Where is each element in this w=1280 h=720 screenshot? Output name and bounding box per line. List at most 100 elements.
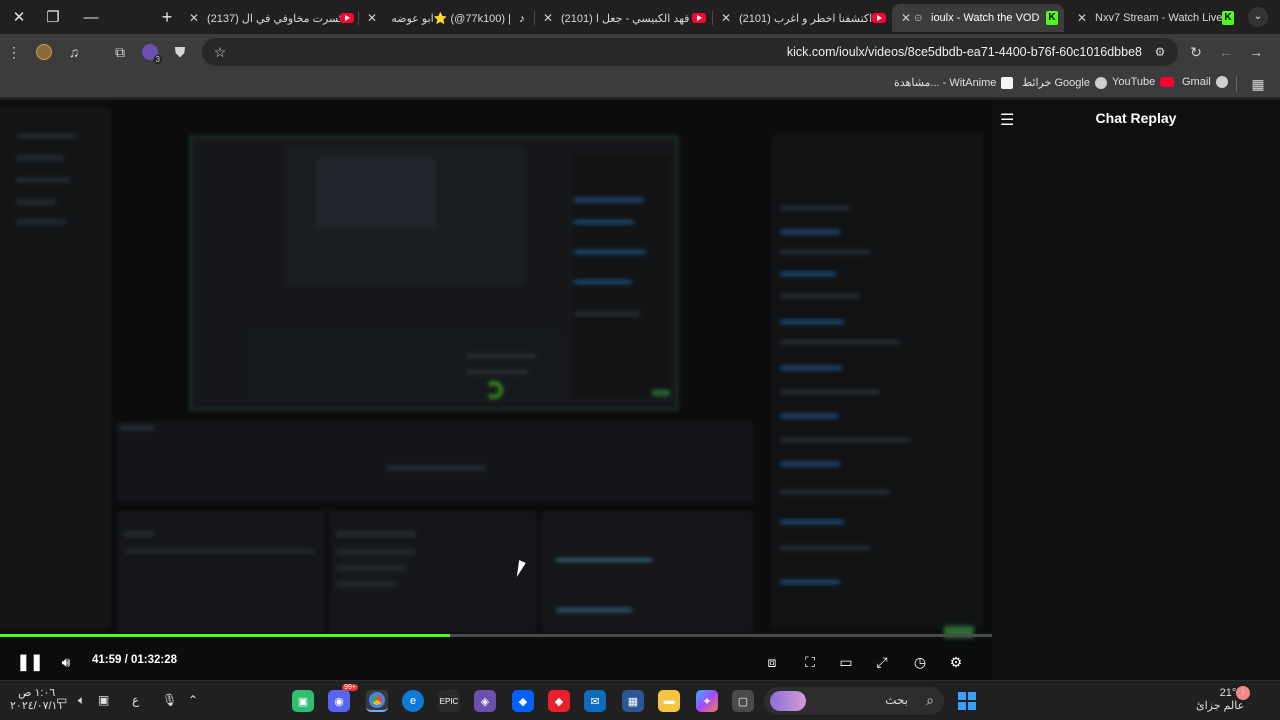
- bookmark-separator: [1236, 76, 1237, 92]
- tab-youtube-fahad[interactable]: ✕ (2101) فهد الكبيسي - جعل ا: [540, 4, 706, 32]
- weather-alert-icon: !: [1236, 686, 1250, 700]
- site-settings-icon[interactable]: ⚙: [1150, 42, 1170, 62]
- file-explorer-icon[interactable]: ▬: [658, 690, 680, 712]
- bookmark-label: YouTube: [1112, 76, 1156, 88]
- menu-dots-icon[interactable]: ⋮: [4, 42, 24, 62]
- clip-icon[interactable]: ⛶: [800, 652, 820, 672]
- player-controls: ❚❚ 🔊︎ 41:59 / 01:32:28 ⧈ ⛶ ▭ ⤢ ◷ ⚙: [0, 648, 992, 676]
- app-icon-green[interactable]: ▣: [292, 690, 314, 712]
- playback-speed-icon[interactable]: ◷: [910, 652, 930, 672]
- new-tab-button[interactable]: +: [148, 0, 186, 34]
- bookmark-witanime[interactable]: مشاهدة... - WitAnime: [894, 76, 1014, 89]
- shield-icon[interactable]: ⛊: [170, 42, 190, 62]
- close-window-icon[interactable]: ✕: [0, 0, 38, 34]
- extension-badge-count: 3: [153, 55, 162, 64]
- page-content: ❚❚ 🔊︎ 41:59 / 01:32:28 ⧈ ⛶ ▭ ⤢ ◷ ⚙ ☰ Cha…: [0, 100, 1280, 680]
- search-placeholder: بحث: [885, 693, 908, 707]
- network-icon[interactable]: ▣: [98, 693, 109, 707]
- bookmark-star-icon[interactable]: ☆: [210, 42, 230, 62]
- app-icon-red[interactable]: ◆: [548, 690, 570, 712]
- tab-youtube-discovery[interactable]: ✕ (2101) اكتشفنا اخطر و اغرب: [718, 4, 886, 32]
- outlook-icon[interactable]: ✉: [584, 690, 606, 712]
- address-bar[interactable]: ☆ kick.com/ioulx/videos/8ce5dbdb-ea71-44…: [202, 38, 1178, 66]
- miniplayer-icon[interactable]: ⧈: [762, 652, 782, 672]
- reload-icon[interactable]: ↻: [1186, 42, 1206, 62]
- chrome-icon[interactable]: [366, 690, 388, 712]
- tray-overflow-chevron-icon[interactable]: ⌃: [188, 693, 198, 707]
- back-arrow-icon[interactable]: ←: [1216, 42, 1236, 62]
- youtube-icon: [692, 13, 706, 23]
- profile-avatar-icon[interactable]: [34, 42, 54, 62]
- tab-search-chevron-icon[interactable]: ⌄: [1242, 0, 1274, 34]
- close-tab-icon[interactable]: ✕: [718, 11, 734, 25]
- battery-icon[interactable]: ▭: [56, 693, 67, 707]
- pause-icon[interactable]: ❚❚: [17, 652, 44, 672]
- video-player[interactable]: ❚❚ 🔊︎ 41:59 / 01:32:28 ⧈ ⛶ ▭ ⤢ ◷ ⚙: [0, 100, 992, 680]
- tab-nxv7-stream[interactable]: ✕ Nxv7 Stream - Watch Live K: [1068, 4, 1240, 32]
- close-tab-icon[interactable]: ✕: [364, 11, 380, 25]
- task-view-icon[interactable]: ▢: [732, 690, 754, 712]
- time-display: 41:59 / 01:32:28: [92, 654, 177, 666]
- bookmarks-bar: مشاهدة... - WitAnime خرائط Google YouTub…: [0, 70, 1280, 98]
- microsoft-store-icon[interactable]: ▦: [622, 690, 644, 712]
- minimize-window-icon[interactable]: —: [72, 0, 110, 34]
- youtube-icon: [340, 13, 354, 23]
- input-language[interactable]: ع: [132, 693, 139, 707]
- tab-title: ابو عوضه⭐ (@77k100) |: [391, 12, 511, 25]
- current-time: 41:59: [92, 654, 122, 666]
- bookmark-gmail[interactable]: Gmail: [1182, 76, 1228, 88]
- close-tab-icon[interactable]: ✕: [898, 11, 914, 25]
- video-frame: [0, 100, 992, 680]
- settings-gear-icon[interactable]: ⚙: [946, 652, 966, 672]
- epic-games-icon[interactable]: EPIC: [438, 690, 460, 712]
- edge-icon[interactable]: e: [402, 690, 424, 712]
- close-tab-icon[interactable]: ✕: [1074, 11, 1090, 25]
- windows-start-icon[interactable]: [956, 690, 978, 712]
- url-text[interactable]: kick.com/ioulx/videos/8ce5dbdb-ea71-4400…: [787, 45, 1142, 59]
- dropbox-icon[interactable]: ◆: [512, 690, 534, 712]
- theater-mode-icon[interactable]: ▭: [836, 652, 856, 672]
- app-icon-purple[interactable]: ◈: [474, 690, 496, 712]
- forward-arrow-icon[interactable]: →: [1246, 42, 1266, 62]
- close-tab-icon[interactable]: ✕: [540, 11, 556, 25]
- all-bookmarks-icon[interactable]: ▦: [1248, 74, 1268, 94]
- volume-icon[interactable]: 🔊︎: [56, 652, 76, 672]
- tab-strip: ✕ ❐ — + ✕ (2137) كسرت مخاوفي في ال ✕ ابو…: [0, 0, 1280, 34]
- taskbar-search[interactable]: بحث ⌕: [764, 687, 944, 715]
- bookmark-google-maps[interactable]: خرائط Google: [1022, 76, 1107, 89]
- youtube-icon: [1160, 77, 1175, 87]
- tab-separator: [358, 11, 359, 25]
- extensions-icon[interactable]: ⧉: [110, 42, 130, 62]
- kick-icon: K: [1222, 11, 1234, 25]
- media-controls-icon[interactable]: ♫: [64, 42, 84, 62]
- close-tab-icon[interactable]: ✕: [186, 11, 202, 25]
- search-highlight-icon: [770, 691, 806, 711]
- tiktok-icon: ♪: [519, 13, 525, 25]
- fullscreen-icon[interactable]: ⤢: [872, 652, 892, 672]
- microphone-icon[interactable]: 🎙︎: [162, 693, 177, 707]
- video-content-sidebar: [0, 108, 110, 628]
- extension-badge-icon[interactable]: 3: [140, 42, 162, 64]
- discord-badge: 99+: [342, 684, 358, 691]
- seek-bar[interactable]: [0, 634, 992, 637]
- tab-title: ioulx - Watch the VOD: [931, 12, 1040, 24]
- bookmark-youtube[interactable]: YouTube: [1112, 76, 1175, 88]
- tab-title: Nxv7 Stream - Watch Live: [1095, 12, 1222, 24]
- tab-ioulx-vod[interactable]: ✕ ⊙ ioulx - Watch the VOD K: [892, 4, 1064, 32]
- restore-window-icon[interactable]: ❐: [34, 0, 72, 34]
- search-icon: ⌕: [926, 692, 934, 708]
- gmail-icon: [1215, 76, 1228, 88]
- tab-separator: [712, 11, 713, 25]
- tab-separator: [534, 11, 535, 25]
- tab-youtube-2137[interactable]: ✕ (2137) كسرت مخاوفي في ال: [186, 4, 354, 32]
- bookmark-label: Gmail: [1182, 76, 1211, 88]
- seek-bar-progress: [0, 634, 451, 637]
- speaker-icon[interactable]: 🔈︎: [78, 693, 85, 708]
- chat-replay-panel: ☰ Chat Replay: [992, 100, 1280, 680]
- discord-icon[interactable]: ◉ 99+: [328, 684, 358, 712]
- tab-title: (2137) كسرت مخاوفي في ال: [207, 12, 340, 25]
- bookmark-label: خرائط Google: [1022, 77, 1090, 89]
- copilot-icon[interactable]: ✦: [696, 690, 718, 712]
- tab-tiktok[interactable]: ✕ ابو عوضه⭐ (@77k100) | ♪: [364, 4, 528, 32]
- windows-taskbar: ١:٠٦ ص ٢٠٢٤/٠٧/١١ ▭ 🔈︎ ▣ ع 🎙︎ ⌃ ▣ ◉ 99+ …: [0, 680, 1280, 720]
